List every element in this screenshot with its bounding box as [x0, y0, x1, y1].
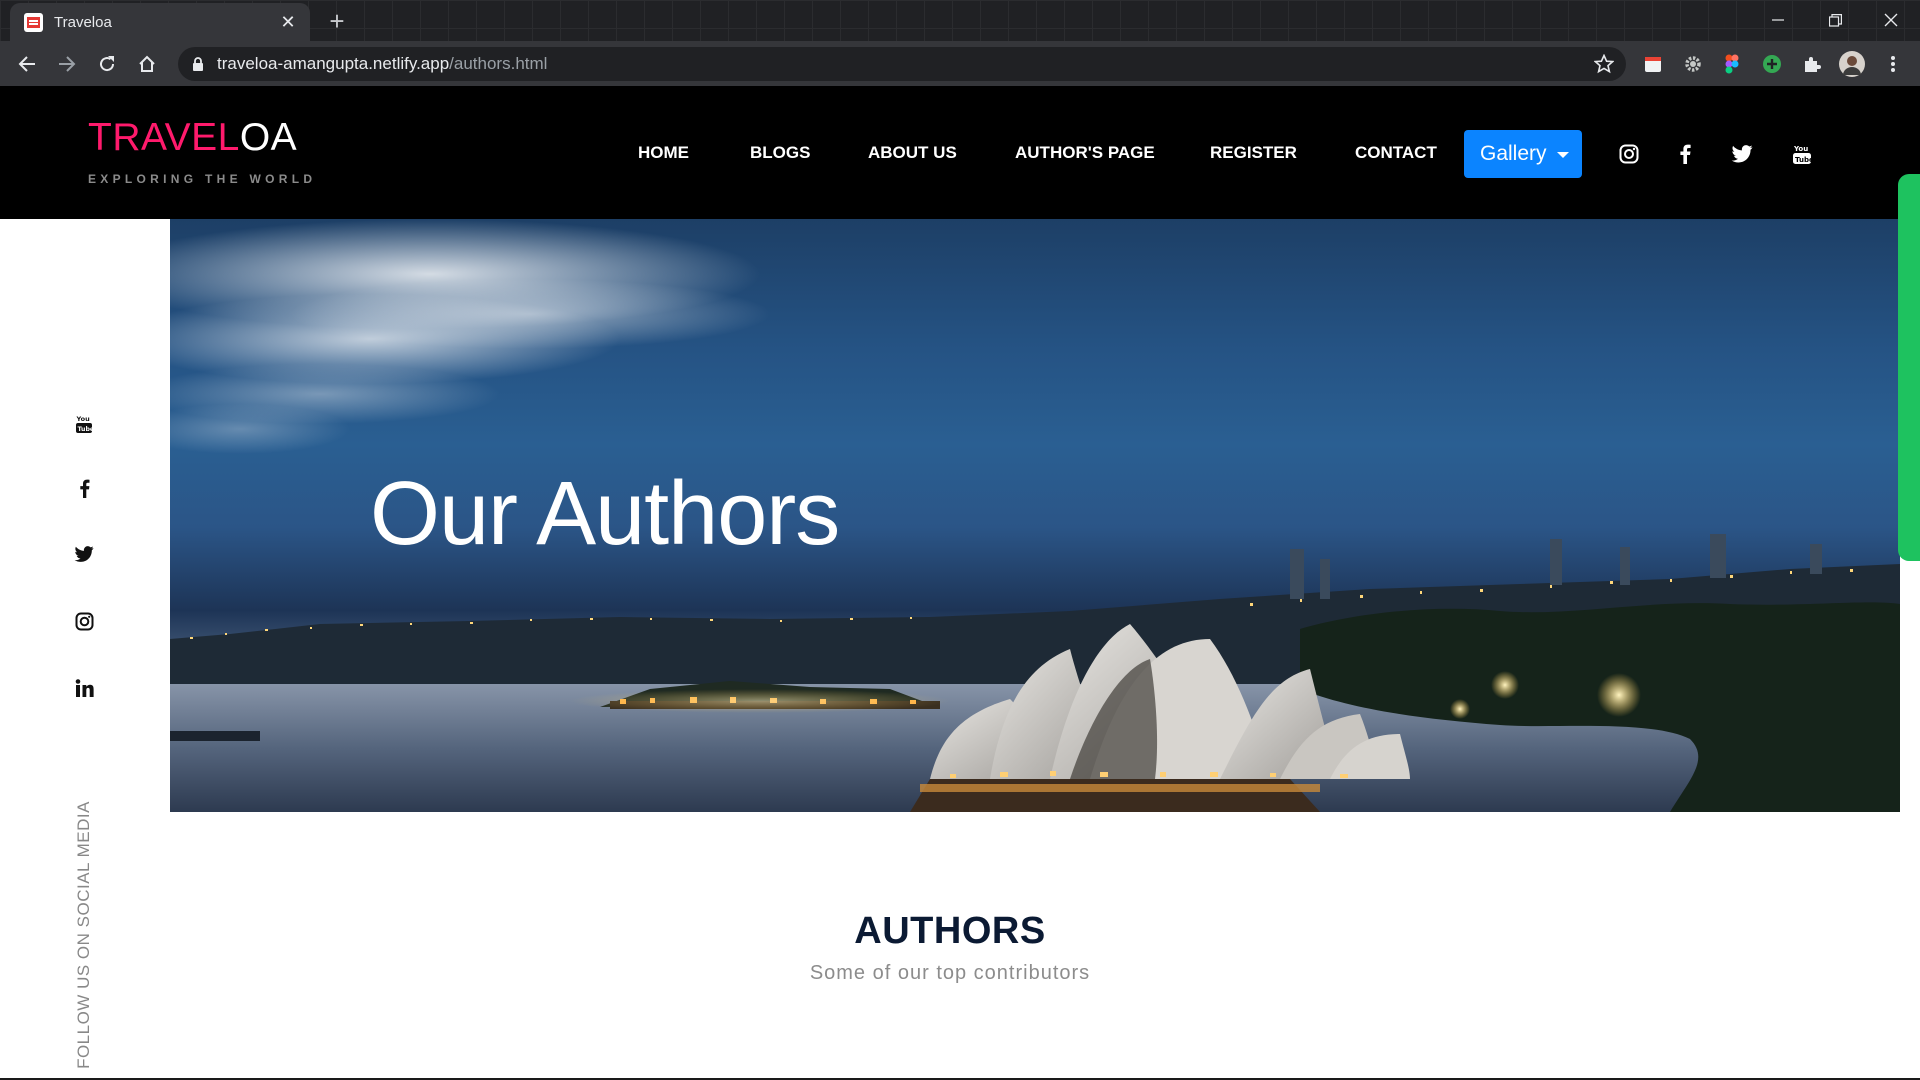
profile-avatar-icon [1839, 51, 1865, 77]
sidebar-instagram-link[interactable] [72, 609, 96, 633]
linkedin-icon [75, 679, 94, 697]
svg-text:Tube: Tube [1795, 156, 1812, 164]
plus-extension-icon [1763, 55, 1781, 73]
restore-button[interactable] [1806, 0, 1864, 40]
header-twitter-link[interactable] [1730, 142, 1754, 166]
close-icon [1884, 13, 1898, 27]
svg-text:You: You [1793, 145, 1808, 153]
browser-tab-strip: Traveloa ✕ + [0, 0, 1920, 41]
youtube-icon: You Tube [1793, 145, 1812, 164]
new-tab-button[interactable]: + [322, 6, 352, 36]
nav-home[interactable]: HOME [638, 143, 689, 163]
tab-title: Traveloa [54, 13, 112, 31]
back-icon [18, 56, 35, 72]
authors-section-title: AUTHORS [854, 910, 1046, 952]
nav-about-us[interactable]: ABOUT US [868, 143, 957, 163]
site-logo[interactable]: TRAVELOA EXPLORING THE WORLD [88, 116, 316, 186]
hero-title: Our Authors [370, 464, 840, 564]
gallery-label: Gallery [1480, 142, 1547, 165]
home-icon [139, 55, 155, 72]
forward-button[interactable] [53, 50, 81, 78]
nav-blogs[interactable]: BLOGS [750, 143, 810, 163]
browser-menu-button[interactable] [1880, 51, 1906, 77]
extension-calendar-button[interactable] [1640, 51, 1666, 77]
url-text: traveloa-amangupta.netlify.app/authors.h… [217, 54, 547, 74]
browser-toolbar: traveloa-amangupta.netlify.app/authors.h… [0, 41, 1920, 86]
restore-icon [1828, 13, 1842, 27]
twitter-icon [1731, 145, 1753, 163]
close-window-button[interactable] [1862, 0, 1920, 40]
nav-contact[interactable]: CONTACT [1355, 143, 1437, 163]
nav-authors-page[interactable]: AUTHOR'S PAGE [1015, 143, 1155, 163]
sidebar-linkedin-link[interactable] [72, 676, 96, 700]
web-page: TRAVELOA EXPLORING THE WORLD HOME BLOGS … [0, 86, 1920, 1080]
logo-wordmark: TRAVELOA [88, 116, 316, 160]
social-sidebar: You Tube [0, 226, 170, 826]
instagram-icon [1619, 144, 1639, 164]
header-instagram-link[interactable] [1617, 142, 1641, 166]
instagram-icon [75, 612, 93, 630]
youtube-icon: You Tube [76, 415, 94, 433]
extension-plus-button[interactable] [1759, 51, 1785, 77]
url-domain: traveloa-amangupta.netlify.app [217, 54, 450, 73]
profile-button[interactable] [1839, 51, 1865, 77]
url-path: /authors.html [449, 54, 548, 73]
hero-banner: Our Authors [170, 219, 1900, 812]
svg-text:You: You [76, 415, 91, 423]
tab-close-button[interactable]: ✕ [278, 12, 298, 33]
extensions-button[interactable] [1799, 51, 1825, 77]
logo-part-pink: TRAVEL [88, 116, 240, 159]
address-bar[interactable]: traveloa-amangupta.netlify.app/authors.h… [178, 47, 1626, 81]
back-button[interactable] [13, 50, 41, 78]
logo-part-white: OA [239, 116, 298, 159]
figma-extension-icon [1725, 54, 1739, 74]
browser-tab[interactable]: Traveloa ✕ [10, 3, 310, 41]
forward-icon [59, 56, 76, 72]
extension-gear-button[interactable] [1680, 51, 1706, 77]
sidebar-facebook-link[interactable] [72, 476, 96, 500]
menu-dots-icon [1891, 56, 1895, 72]
gallery-dropdown-button[interactable]: Gallery [1464, 130, 1582, 178]
gear-extension-icon [1685, 56, 1701, 72]
logo-tagline: EXPLORING THE WORLD [88, 172, 317, 186]
sidebar-twitter-link[interactable] [72, 542, 96, 566]
twitter-icon [74, 546, 94, 562]
nav-register[interactable]: REGISTER [1210, 143, 1297, 163]
caret-down-icon [1556, 151, 1569, 158]
facebook-icon [79, 479, 89, 498]
extension-figma-button[interactable] [1719, 51, 1745, 77]
minimize-icon [1772, 19, 1784, 21]
lock-icon [193, 56, 203, 71]
puzzle-icon [1805, 57, 1821, 72]
calendar-extension-icon [1645, 57, 1661, 72]
bookmark-star-icon [1594, 54, 1614, 74]
sidebar-youtube-link[interactable]: You Tube [72, 412, 96, 436]
authors-section-subtitle: Some of our top contributors [809, 962, 1091, 984]
facebook-icon [1680, 144, 1691, 164]
header-youtube-link[interactable]: You Tube [1790, 142, 1814, 166]
header-facebook-link[interactable] [1673, 142, 1697, 166]
reload-button[interactable] [93, 50, 121, 78]
svg-text:Tube: Tube [78, 426, 94, 433]
home-button[interactable] [133, 50, 161, 78]
page-scrollbar-thumb[interactable] [1898, 174, 1920, 561]
site-favicon-icon [24, 12, 43, 32]
reload-icon [100, 56, 115, 72]
minimize-button[interactable] [1749, 0, 1807, 40]
site-header: TRAVELOA EXPLORING THE WORLD HOME BLOGS … [0, 86, 1920, 219]
